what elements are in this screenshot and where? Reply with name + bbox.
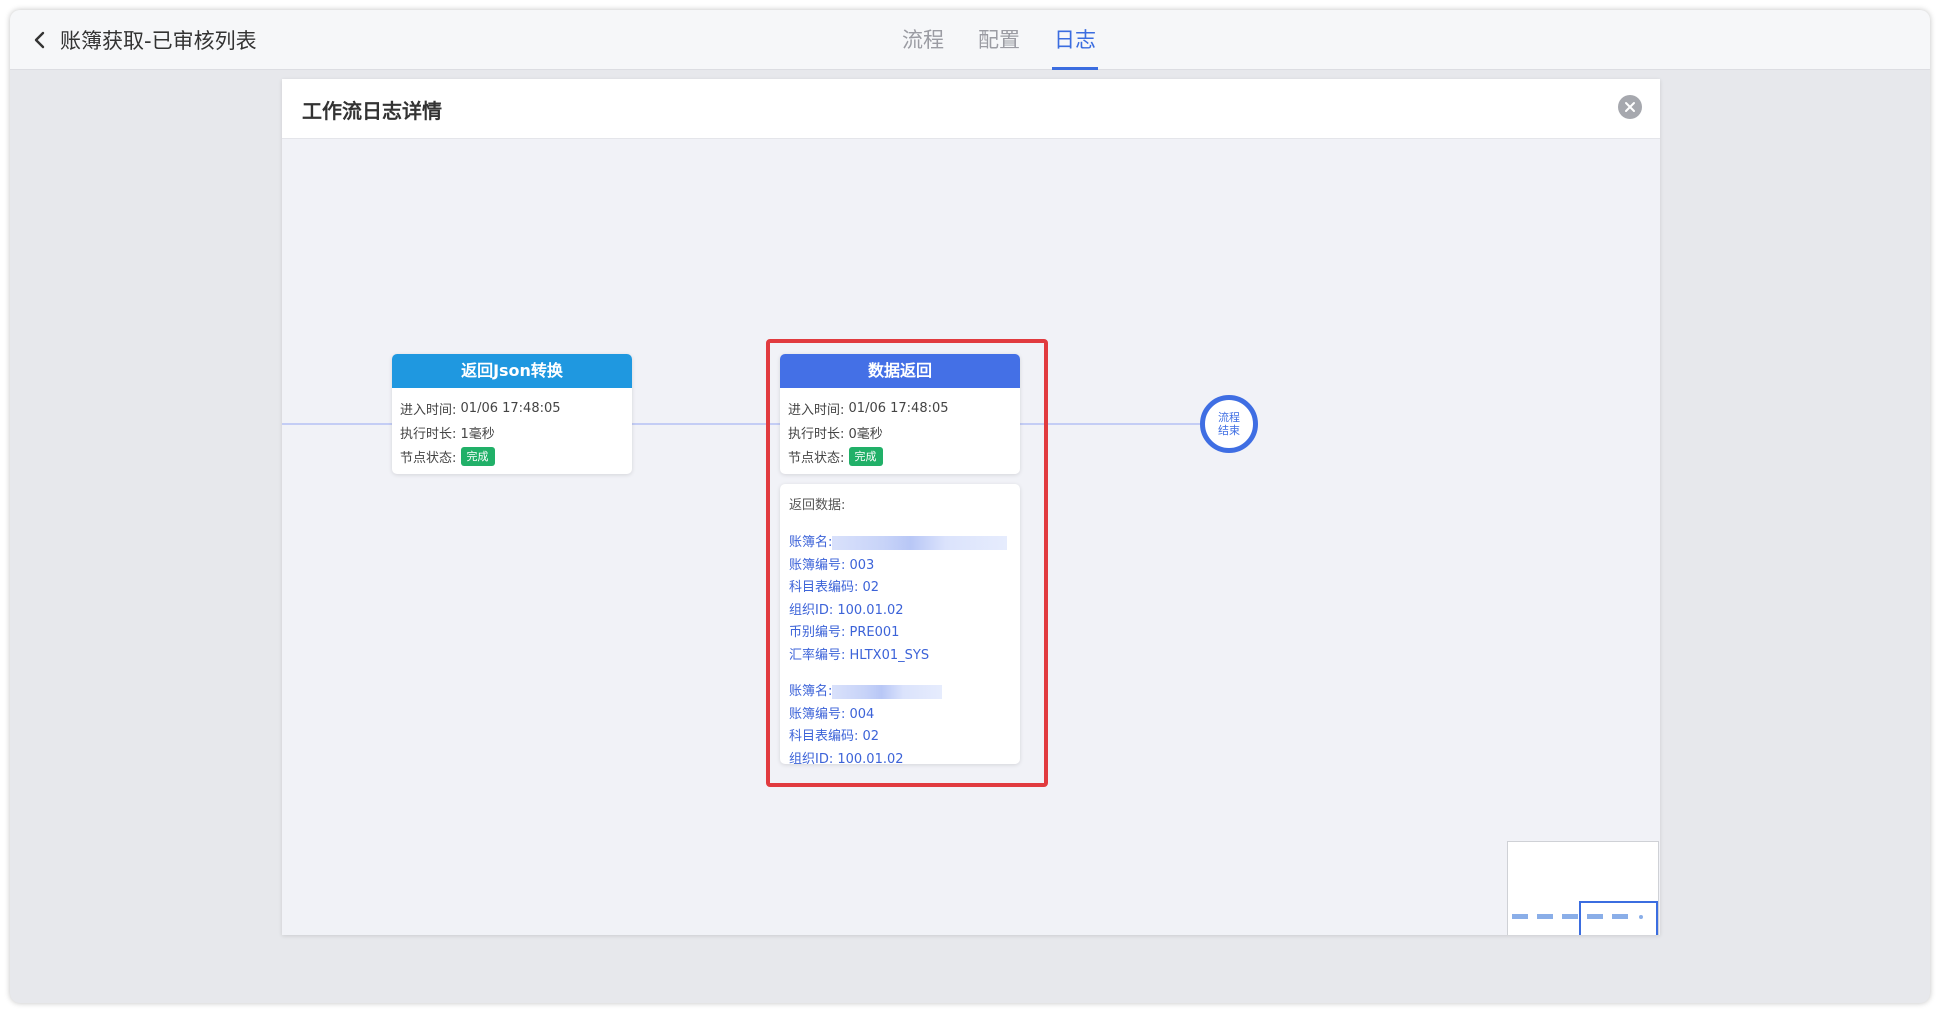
duration-label: 执行时长:	[400, 426, 457, 442]
node-json-convert[interactable]: 返回Json转换 进入时间: 01/06 17:48:05 执行时长: 1毫秒 …	[392, 354, 632, 474]
close-button[interactable]	[1618, 95, 1642, 119]
return-data-panel[interactable]: 返回数据: 账簿名: 账簿编号: 003 科目表编码: 02 组织ID: 100…	[780, 484, 1020, 764]
book-name-field: 账簿名:	[789, 681, 1011, 704]
duration: 0毫秒	[848, 426, 883, 442]
flow-edge	[632, 423, 780, 425]
status-badge: 完成	[848, 446, 883, 466]
status-badge: 完成	[460, 446, 495, 466]
tab-log[interactable]: 日志	[1052, 10, 1098, 70]
dialog-title: 工作流日志详情	[302, 99, 442, 123]
end-node-label: 流程	[1218, 411, 1240, 424]
tab-flow[interactable]: 流程	[900, 10, 946, 70]
enter-time-label: 进入时间:	[788, 402, 845, 418]
duration-label: 执行时长:	[788, 426, 845, 442]
end-node[interactable]: 流程 结束	[1200, 395, 1258, 453]
rate-field: 汇率编号: HLTX01_SYS	[789, 647, 930, 663]
enter-time: 01/06 17:48:05	[848, 400, 949, 416]
close-icon	[1625, 102, 1635, 112]
book-name-field: 账簿名:	[789, 532, 1011, 555]
log-detail-dialog: 工作流日志详情 返回Json转换 进入时间: 01/06 17:48:05 执行…	[282, 79, 1660, 935]
enter-time-label: 进入时间:	[400, 402, 457, 418]
book-no-field: 账簿编号: 004	[789, 706, 875, 722]
return-data-label: 返回数据:	[789, 498, 846, 513]
org-id-field: 组织ID: 100.01.02	[789, 751, 904, 765]
minimap[interactable]	[1507, 841, 1659, 935]
flow-edge	[282, 423, 392, 425]
minimap-node	[1537, 914, 1553, 919]
subject-code-field: 科目表编码: 02	[789, 580, 880, 595]
minimap-viewport[interactable]	[1579, 901, 1658, 935]
node-title: 数据返回	[780, 354, 1020, 388]
subject-code-field: 科目表编码: 02	[789, 729, 880, 744]
minimap-node	[1512, 914, 1528, 919]
redacted-value	[832, 684, 943, 699]
tab-bar: 流程 配置 日志	[10, 10, 1930, 70]
node-title: 返回Json转换	[392, 354, 632, 388]
redacted-value	[832, 535, 1008, 550]
book-name-label: 账簿名:	[789, 535, 833, 550]
tab-config[interactable]: 配置	[976, 10, 1022, 70]
enter-time: 01/06 17:48:05	[460, 400, 561, 416]
node-data-return[interactable]: 数据返回 进入时间: 01/06 17:48:05 执行时长: 0毫秒 节点状态…	[780, 354, 1020, 474]
end-node-label: 结束	[1218, 424, 1240, 437]
workflow-canvas[interactable]: 返回Json转换 进入时间: 01/06 17:48:05 执行时长: 1毫秒 …	[282, 139, 1660, 935]
duration: 1毫秒	[460, 426, 495, 442]
top-bar: 账簿获取-已审核列表 流程 配置 日志	[10, 10, 1930, 70]
flow-edge	[1020, 423, 1200, 425]
currency-field: 币别编号: PRE001	[789, 625, 900, 640]
status-label: 节点状态:	[788, 450, 845, 466]
dialog-header: 工作流日志详情	[282, 79, 1660, 139]
book-no-field: 账簿编号: 003	[789, 557, 875, 573]
status-label: 节点状态:	[400, 450, 457, 466]
app-window: 账簿获取-已审核列表 流程 配置 日志 工作流日志详情 返回Json转换 进入时…	[10, 10, 1930, 1003]
org-id-field: 组织ID: 100.01.02	[789, 602, 904, 618]
minimap-node	[1562, 914, 1578, 919]
book-name-label: 账簿名:	[789, 684, 833, 699]
